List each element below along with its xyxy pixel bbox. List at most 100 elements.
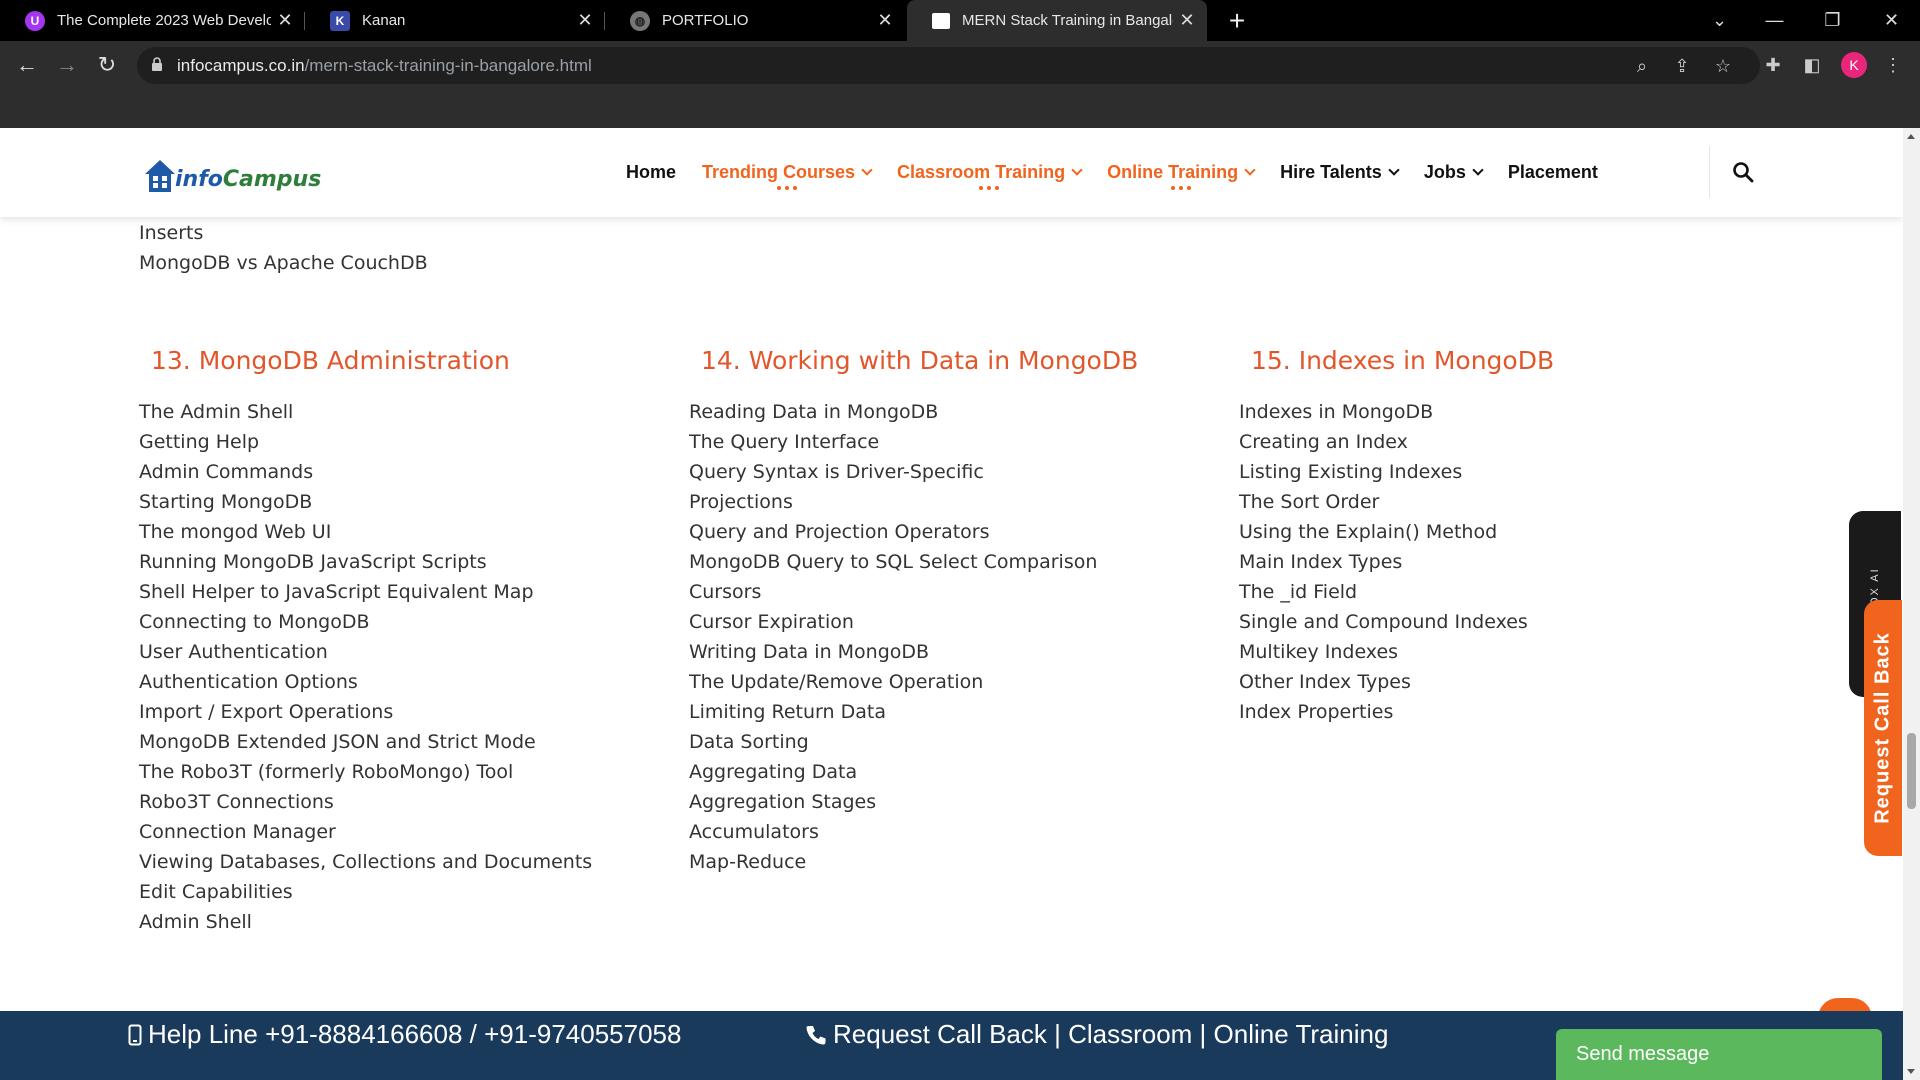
browser-tab[interactable]: U The Complete 2023 Web Develop ✕	[0, 0, 305, 41]
bookmark-bar	[0, 90, 1920, 128]
url-text: infocampus.co.in/mern-stack-training-in-…	[177, 56, 592, 76]
section-mongodb-administration: 13. MongoDB Administration The Admin She…	[139, 346, 592, 937]
infocampus-favicon	[932, 12, 950, 29]
dots-indicator	[776, 186, 797, 190]
close-tab-icon[interactable]: ✕	[1173, 10, 1201, 31]
request-call-back-tab[interactable]: Request Call Back	[1864, 600, 1902, 856]
side-panel-icon[interactable]: ◧	[1801, 54, 1823, 76]
address-bar[interactable]: infocampus.co.in/mern-stack-training-in-…	[137, 47, 1760, 84]
list-item: Query and Projection Operators	[689, 521, 990, 543]
browser-tab[interactable]: ◍ PORTFOLIO ✕	[605, 0, 905, 41]
minimize-button[interactable]: —	[1747, 0, 1802, 41]
tab-title: The Complete 2023 Web Develop	[57, 12, 271, 29]
list-item: Cursors	[689, 581, 762, 603]
restore-button[interactable]: ❐	[1805, 0, 1860, 41]
chevron-down-icon	[1388, 164, 1400, 176]
list-item: Cursor Expiration	[689, 611, 854, 633]
section-indexes: 15. Indexes in MongoDB Indexes in MongoD…	[1239, 346, 1554, 727]
nav-label: Online Training	[1107, 162, 1239, 182]
browser-tab-bar: U The Complete 2023 Web Develop ✕ K Kana…	[0, 0, 1920, 41]
list-item: MongoDB Query to SQL Select Comparison	[689, 551, 1098, 573]
profile-avatar[interactable]: K	[1841, 52, 1867, 78]
nav-home[interactable]: Home	[626, 162, 676, 183]
list-item: Running MongoDB JavaScript Scripts	[139, 551, 487, 573]
close-tab-icon[interactable]: ✕	[571, 10, 599, 31]
logo-text-campus: Campus	[222, 167, 322, 192]
tab-title: MERN Stack Training in Bangalore	[962, 12, 1173, 29]
menu-kebab-icon[interactable]: ⋮	[1882, 54, 1904, 76]
nav-label: Trending Courses	[702, 162, 856, 182]
nav-label: Jobs	[1423, 162, 1466, 182]
list-item: MongoDB Extended JSON and Strict Mode	[139, 731, 536, 753]
list-item: Admin Shell	[139, 911, 252, 933]
infocampus-logo[interactable]: infoCampus	[143, 150, 321, 194]
section-heading: 15. Indexes in MongoDB	[1251, 346, 1555, 375]
tab-title: Kanan	[362, 12, 406, 29]
request-callback-text[interactable]: Request Call Back | Classroom | Online T…	[805, 1019, 1388, 1050]
list-item: Multikey Indexes	[1239, 641, 1399, 663]
chevron-down-icon	[1071, 164, 1083, 176]
browser-tab-active[interactable]: MERN Stack Training in Bangalore ✕	[907, 0, 1207, 41]
list-item: Accumulators	[689, 821, 819, 843]
lock-icon	[152, 57, 162, 71]
section-heading: 14. Working with Data in MongoDB	[701, 346, 1139, 375]
close-tab-icon[interactable]: ✕	[871, 10, 899, 31]
tab-search-icon[interactable]: ⌄	[1692, 0, 1747, 41]
list-item: Using the Explain() Method	[1239, 521, 1498, 543]
chevron-down-icon	[861, 164, 873, 176]
browser-tab[interactable]: K Kanan ✕	[305, 0, 605, 41]
section-heading: 13. MongoDB Administration	[151, 346, 510, 375]
search-icon[interactable]	[1731, 160, 1755, 184]
list-item: Data Sorting	[689, 731, 809, 753]
request-callback-label: Request Call Back | Classroom | Online T…	[833, 1019, 1389, 1049]
close-tab-icon[interactable]: ✕	[271, 10, 299, 31]
list-item: The mongod Web UI	[139, 521, 332, 543]
list-item: Connection Manager	[139, 821, 336, 843]
list-item: Other Index Types	[1239, 671, 1411, 693]
list-item: Projections	[689, 491, 793, 513]
list-item: MongoDB vs Apache CouchDB	[139, 252, 428, 274]
extensions-icon[interactable]: ✚	[1762, 54, 1784, 76]
list-item: Admin Commands	[139, 461, 314, 483]
list-item: Map-Reduce	[689, 851, 807, 873]
list-item: The Robo3T (formerly RoboMongo) Tool	[139, 761, 514, 783]
list-item: Viewing Databases, Collections and Docum…	[139, 851, 593, 873]
house-logo-icon	[145, 160, 175, 192]
share-icon[interactable]: ⇪	[1671, 55, 1693, 77]
forward-button[interactable]: →	[50, 48, 84, 82]
back-button[interactable]: ←	[10, 48, 44, 82]
url-host: infocampus.co.in	[177, 56, 305, 75]
list-item: Inserts	[139, 222, 204, 244]
nav-hire-talents[interactable]: Hire Talents	[1280, 162, 1400, 183]
list-item: The _id Field	[1239, 581, 1358, 603]
reload-button[interactable]: ↻	[90, 48, 124, 82]
tab-title: PORTFOLIO	[662, 12, 749, 29]
list-item: Robo3T Connections	[139, 791, 334, 813]
site-header: infoCampus Home Trending Courses Classro…	[0, 128, 1903, 217]
nav-jobs[interactable]: Jobs	[1423, 162, 1484, 183]
nav-classroom-training[interactable]: Classroom Training	[897, 162, 1083, 190]
nav-label: Classroom Training	[897, 162, 1066, 182]
nav-online-training[interactable]: Online Training	[1107, 162, 1256, 190]
nav-placement[interactable]: Placement	[1508, 162, 1598, 183]
send-message-button[interactable]: Send message	[1556, 1029, 1882, 1080]
list-item: Index Properties	[1239, 701, 1394, 723]
bookmark-star-icon[interactable]: ☆	[1712, 55, 1734, 77]
list-item: Getting Help	[139, 431, 260, 453]
close-window-button[interactable]: ✕	[1864, 0, 1919, 41]
page-scrollbar[interactable]	[1903, 128, 1920, 1080]
udemy-icon: U	[25, 10, 45, 31]
previous-section-tail: Inserts MongoDB vs Apache CouchDB	[139, 218, 428, 278]
nav-label: Hire Talents	[1280, 162, 1382, 182]
url-path: /mern-stack-training-in-bangalore.html	[304, 56, 592, 75]
nav-trending-courses[interactable]: Trending Courses	[702, 162, 873, 190]
main-navigation: Home Trending Courses Classroom Training…	[626, 162, 1624, 190]
section-list: Indexes in MongoDB Creating an Index Lis…	[1239, 397, 1554, 727]
nav-label: Placement	[1507, 162, 1598, 182]
list-item: Aggregation Stages	[689, 791, 877, 813]
new-tab-button[interactable]: +	[1220, 4, 1254, 38]
zoom-search-icon[interactable]: ⌕	[1631, 55, 1653, 77]
helpline-text[interactable]: Help Line +91-8884166608 / +91-974055705…	[128, 1019, 681, 1050]
scrollbar-thumb[interactable]	[1907, 733, 1916, 809]
list-item: The Query Interface	[689, 431, 880, 453]
